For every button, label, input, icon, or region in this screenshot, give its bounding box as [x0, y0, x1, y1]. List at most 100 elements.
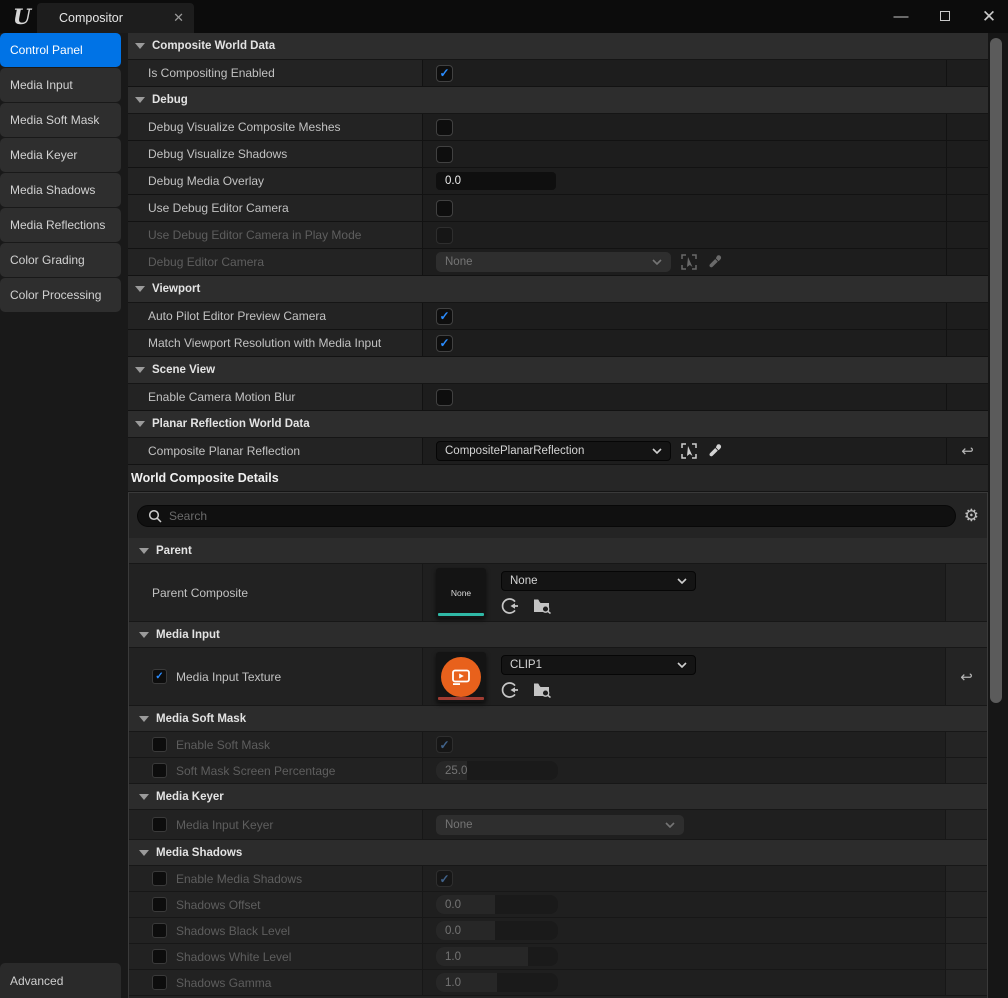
debug-visualize-shadows-checkbox[interactable]: ✓	[436, 146, 453, 163]
minimize-button[interactable]: —	[892, 8, 910, 25]
property-row: Composite Planar Reflection CompositePla…	[128, 438, 988, 465]
collapse-triangle-icon[interactable]	[139, 794, 149, 800]
section-header-composite-world-data[interactable]: Composite World Data	[128, 33, 988, 60]
property-label: Shadows Black Level	[176, 924, 290, 938]
property-row: Auto Pilot Editor Preview Camera ✓	[128, 303, 988, 330]
shadows-gamma-override-checkbox[interactable]: ✓	[152, 975, 167, 990]
property-row: Parent Composite None None	[129, 564, 987, 622]
is-compositing-enabled-checkbox[interactable]: ✓	[436, 65, 453, 82]
browse-to-asset-icon[interactable]	[533, 598, 552, 614]
tab-label: Compositor	[59, 11, 173, 25]
reset-to-default-icon[interactable]: ↩	[961, 442, 974, 460]
parent-composite-thumbnail[interactable]: None	[436, 568, 486, 618]
sidebar-item-media-reflections[interactable]: Media Reflections	[0, 208, 121, 242]
collapse-triangle-icon[interactable]	[139, 632, 149, 638]
tab-compositor[interactable]: Compositor ✕	[37, 3, 194, 33]
property-label: Shadows Offset	[176, 898, 261, 912]
use-debug-editor-camera-play-mode-checkbox: ✓	[436, 227, 453, 244]
use-selected-asset-icon[interactable]	[501, 681, 519, 699]
section-header-debug[interactable]: Debug	[128, 87, 988, 114]
browse-to-asset-icon[interactable]	[533, 682, 552, 698]
collapse-triangle-icon[interactable]	[135, 97, 145, 103]
section-header-media-soft-mask[interactable]: Media Soft Mask	[129, 706, 987, 732]
property-label: Debug Visualize Composite Meshes	[148, 120, 341, 134]
shadows-white-level-override-checkbox[interactable]: ✓	[152, 949, 167, 964]
collapse-triangle-icon[interactable]	[135, 421, 145, 427]
eyedropper-icon[interactable]	[707, 443, 723, 459]
enable-soft-mask-checkbox: ✓	[436, 736, 453, 753]
use-selected-asset-icon[interactable]	[501, 597, 519, 615]
property-label: Shadows Gamma	[176, 976, 271, 990]
settings-gear-icon[interactable]: ⚙	[964, 507, 979, 524]
property-label: Media Input Keyer	[176, 818, 273, 832]
enable-media-shadows-override-checkbox[interactable]: ✓	[152, 871, 167, 886]
property-row: ✓ Enable Soft Mask ✓	[129, 732, 987, 758]
section-header-parent[interactable]: Parent	[129, 538, 987, 564]
section-header-scene-view[interactable]: Scene View	[128, 357, 988, 384]
section-header-viewport[interactable]: Viewport	[128, 276, 988, 303]
pick-actor-icon	[680, 253, 698, 271]
media-input-texture-thumbnail[interactable]	[436, 652, 486, 702]
media-input-keyer-dropdown: None	[436, 815, 684, 835]
sidebar-item-color-grading[interactable]: Color Grading	[0, 243, 121, 277]
enable-soft-mask-override-checkbox[interactable]: ✓	[152, 737, 167, 752]
unreal-logo-icon: U	[8, 2, 36, 30]
property-row: ✓ Media Input Texture CL	[129, 648, 987, 706]
use-debug-editor-camera-checkbox[interactable]: ✓	[436, 200, 453, 217]
collapse-triangle-icon[interactable]	[135, 367, 145, 373]
property-row: Debug Visualize Composite Meshes ✓	[128, 114, 988, 141]
debug-media-overlay-input[interactable]: 0.0	[436, 172, 556, 190]
section-header-planar-reflection[interactable]: Planar Reflection World Data	[128, 411, 988, 438]
collapse-triangle-icon[interactable]	[139, 716, 149, 722]
match-viewport-resolution-checkbox[interactable]: ✓	[436, 335, 453, 352]
close-button[interactable]: ✕	[980, 7, 998, 27]
parent-composite-dropdown[interactable]: None	[501, 571, 696, 591]
reset-to-default-icon[interactable]: ↩	[960, 668, 973, 686]
sidebar-item-advanced[interactable]: Advanced	[0, 963, 121, 998]
sidebar-item-media-input[interactable]: Media Input	[0, 68, 121, 102]
eyedropper-icon	[707, 254, 723, 270]
media-input-keyer-override-checkbox[interactable]: ✓	[152, 817, 167, 832]
section-header-media-keyer[interactable]: Media Keyer	[129, 784, 987, 810]
tab-close-icon[interactable]: ✕	[173, 10, 184, 26]
chevron-down-icon	[665, 822, 675, 828]
maximize-button[interactable]	[936, 8, 954, 25]
thumbnail-type-bar	[438, 697, 484, 700]
section-header-media-shadows[interactable]: Media Shadows	[129, 840, 987, 866]
property-label: Enable Camera Motion Blur	[148, 390, 295, 404]
enable-media-shadows-checkbox: ✓	[436, 870, 453, 887]
sidebar-item-control-panel[interactable]: Control Panel	[0, 33, 121, 67]
chevron-down-icon	[677, 578, 687, 584]
chevron-down-icon	[677, 662, 687, 668]
media-input-texture-dropdown[interactable]: CLIP1	[501, 655, 696, 675]
collapse-triangle-icon[interactable]	[139, 850, 149, 856]
property-row: ✓ Media Input Keyer None	[129, 810, 987, 840]
auto-pilot-editor-preview-camera-checkbox[interactable]: ✓	[436, 308, 453, 325]
sidebar-item-color-processing[interactable]: Color Processing	[0, 278, 121, 312]
property-row: Debug Editor Camera None	[128, 249, 988, 276]
debug-visualize-composite-meshes-checkbox[interactable]: ✓	[436, 119, 453, 136]
enable-camera-motion-blur-checkbox[interactable]: ✓	[436, 389, 453, 406]
sidebar-item-media-soft-mask[interactable]: Media Soft Mask	[0, 103, 121, 137]
section-header-media-input[interactable]: Media Input	[129, 622, 987, 648]
collapse-triangle-icon[interactable]	[139, 548, 149, 554]
shadows-black-level-input: 0.0	[436, 921, 558, 940]
pick-actor-icon[interactable]	[680, 442, 698, 460]
property-row: Debug Visualize Shadows ✓	[128, 141, 988, 168]
composite-planar-reflection-dropdown[interactable]: CompositePlanarReflection	[436, 441, 671, 461]
search-input[interactable]	[169, 509, 945, 523]
sidebar-item-media-shadows[interactable]: Media Shadows	[0, 173, 121, 207]
property-label: Auto Pilot Editor Preview Camera	[148, 309, 326, 323]
sidebar: Control Panel Media Input Media Soft Mas…	[0, 33, 128, 998]
collapse-triangle-icon[interactable]	[135, 43, 145, 49]
shadows-black-level-override-checkbox[interactable]: ✓	[152, 923, 167, 938]
collapse-triangle-icon[interactable]	[135, 286, 145, 292]
property-label: Parent Composite	[152, 586, 248, 600]
media-input-texture-override-checkbox[interactable]: ✓	[152, 669, 167, 684]
sidebar-item-media-keyer[interactable]: Media Keyer	[0, 138, 121, 172]
shadows-offset-override-checkbox[interactable]: ✓	[152, 897, 167, 912]
soft-mask-screen-percentage-override-checkbox[interactable]: ✓	[152, 763, 167, 778]
search-bar[interactable]	[137, 505, 956, 527]
scrollbar-thumb[interactable]	[990, 38, 1002, 703]
scrollbar-track[interactable]	[988, 33, 1004, 998]
